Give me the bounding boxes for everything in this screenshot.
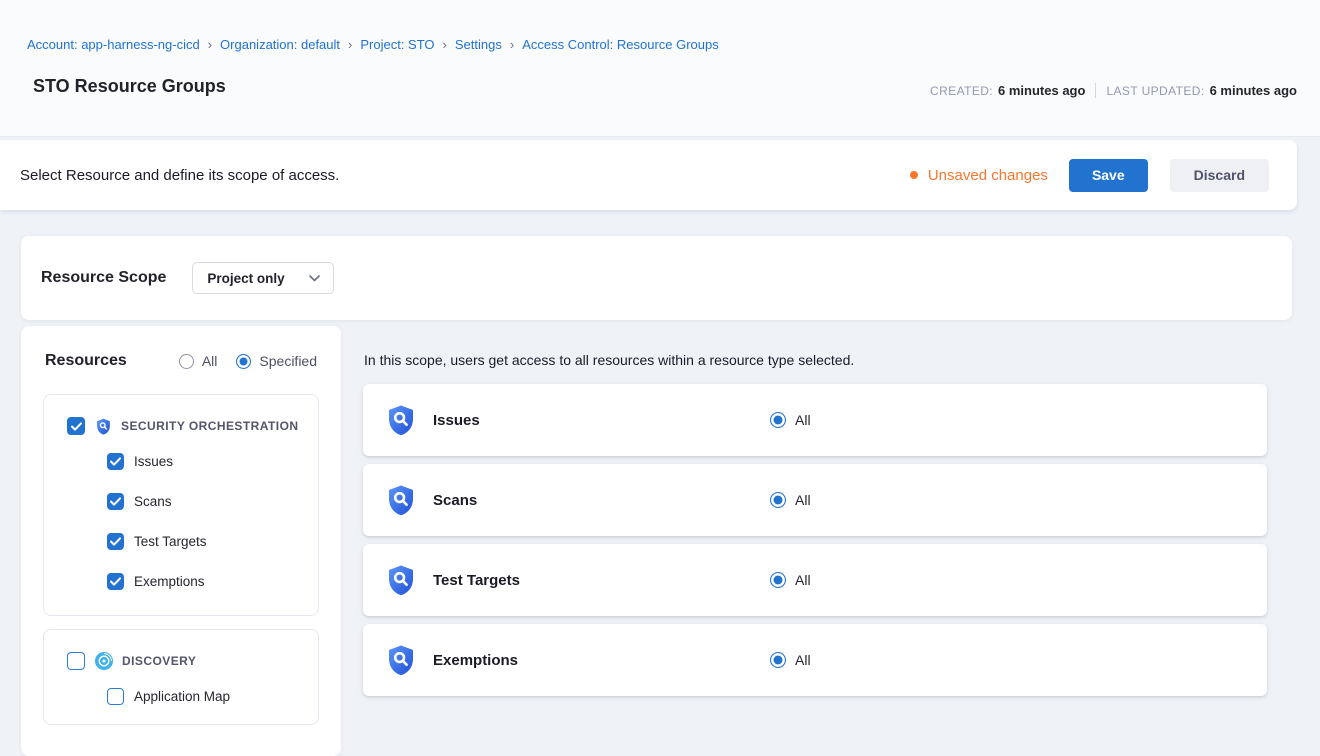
toolbar-actions: Unsaved changes Save Discard: [910, 159, 1269, 192]
group-row-discovery: DISCOVERY: [44, 646, 318, 676]
resource-card-list: IssuesAllScansAllTest TargetsAllExemptio…: [363, 384, 1267, 696]
resource-scope-card: Resource Scope Project only: [21, 236, 1292, 320]
scope-instruction: Select Resource and define its scope of …: [20, 167, 339, 184]
checkbox-scans[interactable]: [107, 493, 124, 510]
resource-group-card-security-orchestration: SECURITY ORCHESTRATION Issues Scans Test Ta…: [43, 394, 319, 616]
access-label: All: [795, 492, 811, 508]
save-button[interactable]: Save: [1069, 159, 1148, 192]
resource-tree: SECURITY ORCHESTRATION Issues Scans Test Ta…: [21, 394, 341, 725]
breadcrumb-separator: ›: [510, 37, 514, 52]
radar-icon: [95, 652, 113, 670]
resource-card-issues: Issues All: [363, 384, 1267, 456]
checkbox-issues[interactable]: [107, 453, 124, 470]
radio-specified-label: Specified: [259, 353, 317, 369]
resources-panel-header: Resources All Specified: [21, 326, 341, 370]
meta-info: CREATED: 6 minutes ago LAST UPDATED: 6 m…: [930, 83, 1297, 98]
access-option-scans: All: [770, 492, 811, 508]
checkbox-test-targets[interactable]: [107, 533, 124, 550]
group-label: DISCOVERY: [122, 654, 196, 668]
access-option-issues: All: [770, 412, 811, 428]
group-row-security-orchestration: SECURITY ORCHESTRATION: [44, 411, 318, 441]
resource-scope-value: Project only: [207, 271, 284, 286]
breadcrumb-separator: ›: [348, 37, 352, 52]
resource-label: Test Targets: [134, 534, 207, 549]
access-label: All: [795, 412, 811, 428]
resource-row-issues: Issues: [44, 441, 318, 481]
checkbox-exemptions[interactable]: [107, 573, 124, 590]
radio-unselected-icon: [179, 354, 194, 369]
radio-all-scans[interactable]: [770, 492, 786, 508]
resource-label: Scans: [134, 494, 172, 509]
created-value: 6 minutes ago: [998, 83, 1085, 98]
checkbox-security-orchestration[interactable]: [67, 417, 85, 435]
resource-scope-dropdown[interactable]: Project only: [192, 262, 333, 294]
last-updated-value: 6 minutes ago: [1210, 83, 1297, 98]
resource-label: Issues: [134, 454, 173, 469]
resource-card-title: Issues: [433, 412, 480, 429]
shield-search-icon: [385, 564, 417, 596]
resource-group-card-discovery: DISCOVERY Application Map: [43, 629, 319, 725]
radio-all-issues[interactable]: [770, 412, 786, 428]
radio-selected-icon: [236, 354, 251, 369]
access-option-exemptions: All: [770, 652, 811, 668]
access-label: All: [795, 572, 811, 588]
shield-search-icon: [385, 484, 417, 516]
resources-specified-radio[interactable]: Specified: [236, 353, 317, 369]
breadcrumb-item-organization-default[interactable]: Organization: default: [220, 37, 340, 52]
discard-button[interactable]: Discard: [1170, 159, 1269, 192]
breadcrumb-item-settings[interactable]: Settings: [455, 37, 502, 52]
checkbox-application-map[interactable]: [107, 688, 124, 705]
created-label: CREATED:: [930, 84, 993, 98]
resource-card-title: Test Targets: [433, 572, 520, 589]
chevron-down-icon: [285, 275, 320, 282]
resources-all-radio[interactable]: All: [179, 353, 218, 369]
breadcrumb-item-account-app-harness-ng-cicd[interactable]: Account: app-harness-ng-cicd: [27, 37, 200, 52]
resource-card-scans: Scans All: [363, 464, 1267, 536]
resource-row-application-map: Application Map: [44, 676, 318, 716]
checkbox-discovery[interactable]: [67, 652, 85, 670]
shield-search-icon: [385, 404, 417, 436]
scope-description: In this scope, users get access to all r…: [364, 352, 1267, 368]
resource-label: Exemptions: [134, 574, 205, 589]
radio-all-test-targets[interactable]: [770, 572, 786, 588]
last-updated-label: LAST UPDATED:: [1106, 84, 1204, 98]
page-title: STO Resource Groups: [33, 76, 226, 97]
resource-card-title: Exemptions: [433, 652, 518, 669]
breadcrumb-separator: ›: [443, 37, 447, 52]
breadcrumb-item-project-sto[interactable]: Project: STO: [360, 37, 434, 52]
meta-divider: [1095, 83, 1096, 98]
unsaved-changes-indicator: Unsaved changes: [910, 167, 1048, 184]
group-label: SECURITY ORCHESTRATION: [121, 419, 298, 433]
resource-row-exemptions: Exemptions: [44, 561, 318, 601]
access-label: All: [795, 652, 811, 668]
resources-panel: Resources All Specified SECURITY ORCHEST…: [21, 326, 341, 756]
breadcrumb-separator: ›: [208, 37, 212, 52]
scope-detail-panel: In this scope, users get access to all r…: [363, 352, 1267, 704]
resource-label: Application Map: [134, 689, 230, 704]
resource-card-title: Scans: [433, 492, 477, 509]
resource-row-scans: Scans: [44, 481, 318, 521]
resource-scope-label: Resource Scope: [41, 269, 166, 287]
resource-card-exemptions: Exemptions All: [363, 624, 1267, 696]
resource-row-test-targets: Test Targets: [44, 521, 318, 561]
unsaved-label: Unsaved changes: [928, 167, 1048, 184]
radio-all-exemptions[interactable]: [770, 652, 786, 668]
breadcrumb: Account: app-harness-ng-cicd › Organizatio…: [27, 37, 719, 52]
resource-card-test-targets: Test Targets All: [363, 544, 1267, 616]
shield-search-icon: [385, 644, 417, 676]
resources-title: Resources: [45, 352, 160, 370]
action-toolbar: Select Resource and define its scope of …: [0, 140, 1297, 210]
access-option-test-targets: All: [770, 572, 811, 588]
page-header: Account: app-harness-ng-cicd › Organizatio…: [0, 0, 1320, 137]
shield-search-icon: [95, 418, 112, 435]
breadcrumb-item-access-control-resource-groups[interactable]: Access Control: Resource Groups: [522, 37, 719, 52]
radio-all-label: All: [202, 353, 218, 369]
unsaved-dot-icon: [910, 171, 918, 179]
